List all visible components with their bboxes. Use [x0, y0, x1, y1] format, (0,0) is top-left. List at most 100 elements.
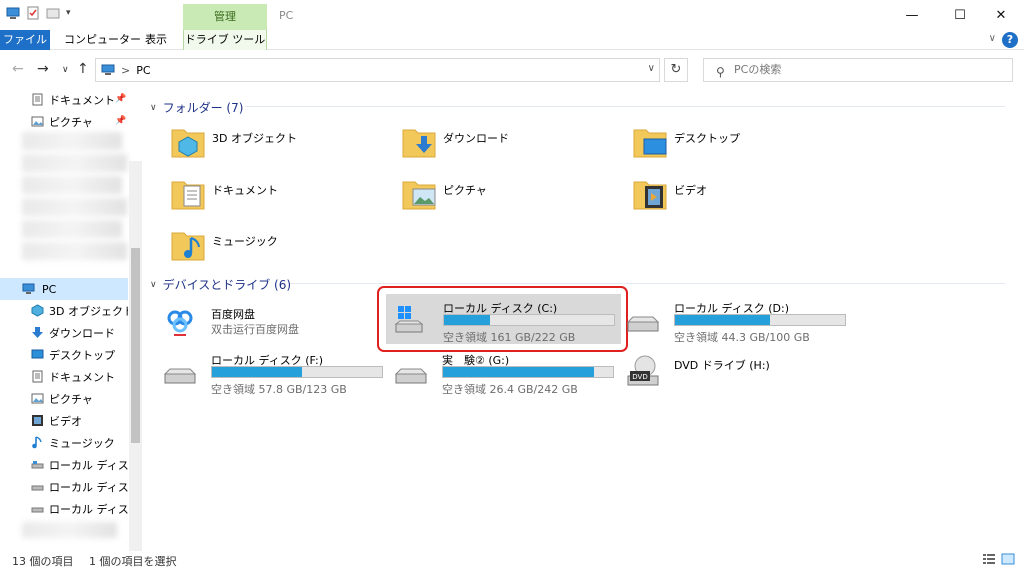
- minimize-button[interactable]: —: [889, 0, 935, 30]
- drive-usage-fill: [443, 367, 595, 377]
- sidebar-item-desktop[interactable]: デスクトップ: [0, 344, 128, 366]
- folder-pictures[interactable]: ピクチャ: [383, 174, 608, 220]
- blurred-item: [22, 198, 127, 216]
- sidebar-item-label: ローカル ディスク (F: [49, 503, 128, 516]
- tab-drive-tools[interactable]: ドライブ ツール: [183, 30, 267, 50]
- folder-label: ドキュメント: [212, 184, 278, 197]
- 3d-objects-folder-icon: [171, 129, 205, 158]
- address-bar[interactable]: > PC ∨: [95, 58, 660, 82]
- blurred-item: [22, 132, 122, 150]
- qat-dropdown-icon[interactable]: ▾: [66, 8, 71, 18]
- videos-folder-icon: [633, 181, 667, 210]
- sidebar-item-label: ミュージック: [49, 437, 115, 450]
- music-icon: [32, 436, 42, 449]
- sidebar-item-pictures-pinned[interactable]: ピクチャ 📌: [0, 111, 128, 133]
- folder-label: ダウンロード: [443, 132, 509, 145]
- up-icon[interactable]: ↑: [77, 61, 89, 77]
- tab-view[interactable]: 表示: [137, 30, 175, 50]
- item-count: 13 個の項目: [12, 555, 74, 568]
- videos-icon: [32, 415, 43, 426]
- sidebar-item-pictures[interactable]: ピクチャ: [0, 388, 128, 410]
- folder-downloads[interactable]: ダウンロード: [383, 122, 608, 168]
- properties-icon[interactable]: [26, 6, 40, 20]
- navigation-bar: ← → ∨ ↑ > PC ∨ ↻ ⚲ PCの検索: [0, 55, 1024, 85]
- tab-file[interactable]: ファイル: [0, 30, 50, 50]
- computer-icon[interactable]: [6, 6, 20, 20]
- documents-folder-icon: [171, 181, 205, 210]
- folders-section-header[interactable]: ∨ フォルダー (7): [150, 99, 243, 116]
- sidebar-item-label: ドキュメント: [49, 371, 115, 384]
- recent-locations-icon[interactable]: ∨: [62, 65, 69, 75]
- title-bar: ▾ 管理 PC — ☐ ✕: [0, 0, 1024, 30]
- address-separator: >: [121, 63, 131, 77]
- drive-d[interactable]: ローカル ディスク (D:) 空き領域 44.3 GB/100 GB: [619, 296, 846, 346]
- folder-music[interactable]: ミュージック: [152, 225, 377, 271]
- help-icon[interactable]: ?: [1002, 32, 1018, 48]
- refresh-icon: ↻: [670, 62, 682, 77]
- pictures-folder-icon: [402, 181, 436, 210]
- folder-3d-objects[interactable]: 3D オブジェクト: [152, 122, 377, 168]
- folder-videos[interactable]: ビデオ: [614, 174, 839, 220]
- status-bar: 13 個の項目 1 個の項目を選択: [0, 548, 1024, 571]
- sidebar-item-label: デスクトップ: [49, 349, 115, 362]
- close-button[interactable]: ✕: [978, 0, 1024, 30]
- search-icon: ⚲: [716, 65, 725, 79]
- baidu-name: 百度网盘: [211, 308, 255, 321]
- section-divider: [290, 283, 1005, 284]
- selected-count: 1 個の項目を選択: [89, 555, 177, 568]
- drive-usage-fill: [675, 315, 771, 325]
- sidebar-item-drive-f[interactable]: ローカル ディスク (F: [0, 498, 128, 520]
- folder-label: 3D オブジェクト: [212, 132, 297, 145]
- devices-section-header[interactable]: ∨ デバイスとドライブ (6): [150, 276, 291, 293]
- drive-g[interactable]: 実 験② (G:) 空き領域 26.4 GB/242 GB: [387, 348, 614, 398]
- expand-ribbon-icon[interactable]: ∨: [989, 33, 996, 44]
- documents-icon: [32, 93, 43, 106]
- address-dropdown-icon[interactable]: ∨: [648, 63, 655, 74]
- sidebar-item-label: ローカル ディスク (D: [49, 481, 128, 494]
- drive-usage-bar: [674, 314, 846, 326]
- new-folder-icon[interactable]: [46, 6, 60, 20]
- section-divider: [245, 106, 1005, 107]
- pc-icon: [22, 283, 35, 294]
- blurred-item: [22, 154, 127, 172]
- sidebar-item-drive-d[interactable]: ローカル ディスク (D: [0, 476, 128, 498]
- sidebar-item-3d-objects[interactable]: 3D オブジェクト: [0, 300, 128, 322]
- tab-computer[interactable]: コンピューター: [56, 30, 149, 50]
- sidebar-item-documents[interactable]: ドキュメント: [0, 366, 128, 388]
- drive-f[interactable]: ローカル ディスク (F:) 空き領域 57.8 GB/123 GB: [156, 348, 383, 398]
- window-title: PC: [279, 9, 294, 22]
- sidebar-item-documents-pinned[interactable]: ドキュメント 📌: [0, 89, 128, 111]
- sidebar-item-music[interactable]: ミュージック: [0, 432, 128, 454]
- search-placeholder: PCの検索: [734, 63, 782, 76]
- sidebar-item-downloads[interactable]: ダウンロード: [0, 322, 128, 344]
- maximize-button[interactable]: ☐: [937, 0, 983, 30]
- drive-icon: [164, 368, 196, 384]
- back-icon[interactable]: ←: [12, 61, 24, 77]
- sidebar-scrollbar-thumb[interactable]: [131, 248, 140, 443]
- large-icons-view-icon[interactable]: [1001, 553, 1015, 565]
- section-title: フォルダー (7): [162, 101, 244, 115]
- sidebar-item-label: ドキュメント: [49, 94, 115, 107]
- quick-access-toolbar: ▾: [6, 6, 71, 20]
- pin-icon: 📌: [115, 116, 127, 126]
- folder-label: ビデオ: [674, 184, 707, 197]
- drive-name: DVD ドライブ (H:): [674, 359, 770, 372]
- drive-free-space: 空き領域 26.4 GB/242 GB: [442, 383, 578, 396]
- dvd-drive-h[interactable]: DVD DVD ドライブ (H:): [619, 348, 844, 398]
- drive-icon: [31, 461, 44, 469]
- sidebar-item-videos[interactable]: ビデオ: [0, 410, 128, 432]
- pictures-icon: [31, 116, 44, 127]
- forward-icon[interactable]: →: [37, 61, 49, 77]
- folder-documents[interactable]: ドキュメント: [152, 174, 377, 220]
- drive-free-space: 空き領域 57.8 GB/123 GB: [211, 383, 347, 396]
- sidebar-item-pc[interactable]: PC: [0, 278, 128, 300]
- drive-usage-bar: [442, 366, 614, 378]
- folder-desktop[interactable]: デスクトップ: [614, 122, 839, 168]
- desktop-folder-icon: [633, 129, 667, 158]
- search-input[interactable]: ⚲ PCの検索: [703, 58, 1013, 82]
- sidebar-item-label: ビデオ: [49, 415, 82, 428]
- details-view-icon[interactable]: [982, 553, 996, 565]
- sidebar-item-drive-c[interactable]: ローカル ディスク (C: [0, 454, 128, 476]
- refresh-button[interactable]: ↻: [664, 58, 688, 82]
- baidu-netdisk-item[interactable]: 百度网盘 双击运行百度网盘: [152, 301, 377, 347]
